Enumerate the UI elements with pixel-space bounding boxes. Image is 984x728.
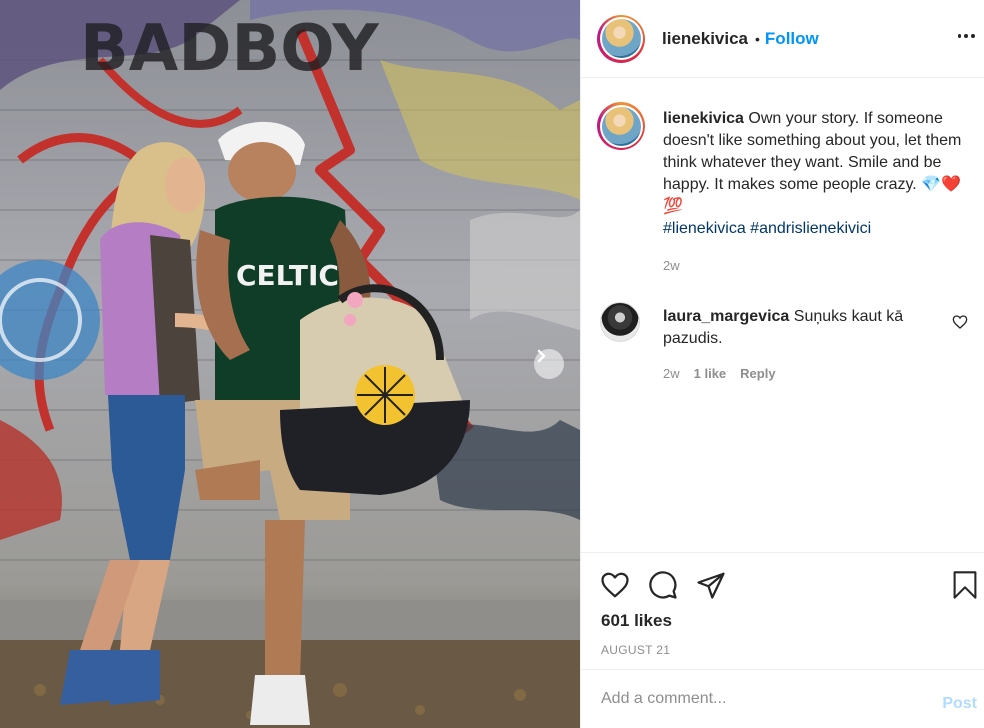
post-header: lienekivica • Follow [581,0,984,78]
likes-count[interactable]: 601 likes [601,611,672,631]
add-comment-bar: Post [581,669,984,728]
carousel-next-button[interactable] [534,349,564,379]
comment-meta: 2w 1 like Reply [663,366,776,381]
share-icon [697,572,725,599]
caption-time[interactable]: 2w [663,258,680,273]
bookmark-icon [953,571,977,599]
hashtag-link[interactable]: #lienekivica [663,220,746,237]
commenter-avatar[interactable] [600,302,640,342]
comment-text: laura_margevica Suņuks kaut kā pazudis. [663,306,935,350]
action-bar [599,569,727,601]
follow-button[interactable]: Follow [765,29,819,49]
graffiti-text: BADBOY [80,12,379,86]
caption-text: lienekivica Own your story. If someone d… [663,108,973,240]
caption-avatar[interactable] [597,102,645,150]
like-button[interactable] [599,569,631,601]
photo-illustration: BADBOY CELTICS [0,0,580,728]
author-avatar[interactable] [597,14,645,63]
comment-like-button[interactable] [952,314,968,335]
save-button[interactable] [949,569,981,601]
reply-button[interactable]: Reply [740,366,775,381]
author-username[interactable]: lienekivica [662,29,748,49]
comment-button[interactable] [647,569,679,601]
separator-dot: • [755,30,760,47]
commenter-username[interactable]: laura_margevica [663,308,789,325]
hashtag-link[interactable]: #andrislienekivici [750,220,871,237]
chevron-right-icon [537,349,546,363]
post-comment-button[interactable]: Post [942,695,977,713]
post-side-panel: lienekivica • Follow lienekivica Own you… [580,0,984,728]
post-date[interactable]: AUGUST 21 [601,643,670,657]
heart-icon [601,572,629,598]
caption-username[interactable]: lienekivica [663,110,744,127]
post-actions-area: 601 likes AUGUST 21 [581,552,984,657]
comment-input[interactable] [601,690,921,708]
comment-time[interactable]: 2w [663,366,680,381]
comment-icon [649,571,677,599]
ellipsis-icon[interactable] [956,26,976,46]
heart-icon [952,315,968,329]
post-photo[interactable]: BADBOY CELTICS [0,0,580,728]
share-button[interactable] [695,569,727,601]
comment-likes[interactable]: 1 like [694,366,727,381]
